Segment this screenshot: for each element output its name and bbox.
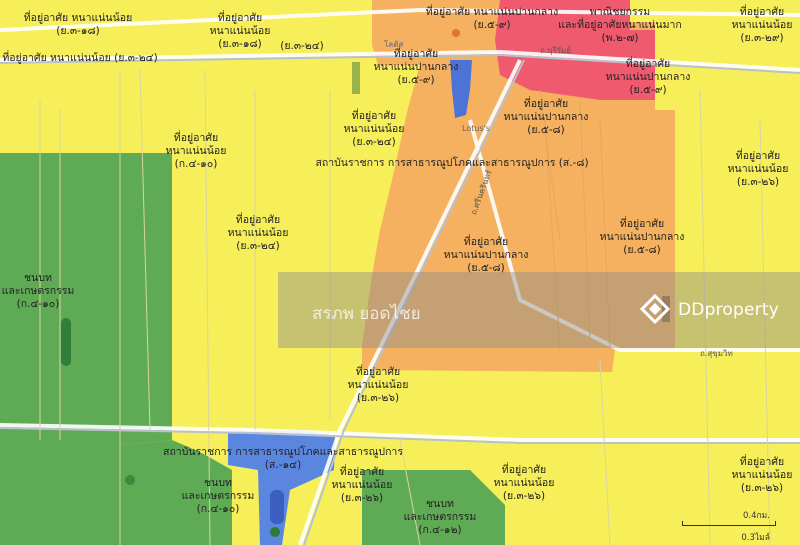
scale-bar-line [682, 521, 776, 526]
zone-label: ที่อยู่อาศัย หนาแน่นปานกลาง (ย.๕-๘) [599, 218, 685, 256]
scale-bar: 0.4กม. 0.3ไมล์ [682, 508, 776, 543]
ddproperty-logo-icon [640, 294, 670, 324]
park-strip [352, 62, 360, 94]
zone-label: ที่อยู่อาศัย หนาแน่นปานกลาง (ย.๕-๙) [605, 58, 691, 96]
institutional-building [270, 490, 284, 524]
zone-label: ที่อยู่อาศัย หนาแน่นน้อย (ย.๓-๒๔) [343, 110, 405, 148]
poi-marker [270, 527, 280, 537]
zone-label: ชนบท และเกษตรกรรม (ก.๔-๑๐) [181, 477, 255, 515]
zone-label: ที่อยู่อาศัย หนาแน่นน้อย (ย.๓-๒๖) [731, 456, 793, 494]
zone-label: ที่อยู่อาศัย หนาแน่นน้อย (ย.๓-๒๖) [347, 366, 409, 404]
watermark-brand: DDproperty [678, 300, 779, 320]
road-label: ถ.สุขุมวิท [700, 349, 733, 358]
zone-label: ที่อยู่อาศัย หนาแน่นน้อย (ย.๓-๑๘) [209, 12, 271, 50]
zone-label: ที่อยู่อาศัย หนาแน่นน้อย (ย.๓-๒๔) [2, 52, 158, 64]
zoning-map[interactable]: ที่อยู่อาศัย หนาแน่นน้อย (ย.๓-๑๘) ที่อยู่… [0, 0, 800, 545]
zone-label: ที่อยู่อาศัย หนาแน่นน้อย (ก.๔-๑๐) [165, 132, 227, 170]
zone-label: ชนบท และเกษตรกรรม (ก.๔-๑๐) [1, 272, 75, 310]
zone-label: ที่อยู่อาศัย หนาแน่นปานกลาง (ย.๕-๘) [503, 98, 589, 136]
zone-label: ที่อยู่อาศัย หนาแน่นน้อย (ย.๓-๒๖) [493, 464, 555, 502]
poi-label: Lotus's [462, 124, 490, 133]
zone-label: ชนบท และเกษตรกรรม (ก.๔-๑๒) [403, 498, 477, 536]
road-label: ถ.บุรีรัมย์ [540, 46, 572, 55]
zone-label: ที่อยู่อาศัย หนาแน่นปานกลาง (ย.๕-๙) [373, 48, 459, 86]
zone-label: ที่อยู่อาศัย หนาแน่นน้อย (ย.๓-๒๔) [227, 214, 289, 252]
poi-label: โลตัส [384, 40, 404, 49]
pond-feature [61, 318, 71, 366]
poi-marker [125, 475, 135, 485]
zone-label: พาณิชยกรรม และที่อยู่อาศัยหนาแน่นมาก (พ.๒-… [558, 6, 682, 44]
zone-label: ที่อยู่อาศัย หนาแน่นน้อย (ย.๓-๒๖) [331, 466, 393, 504]
scale-mile-label: 0.3ไมล์ [741, 533, 770, 543]
zone-label: ที่อยู่อาศัย หนาแน่นน้อย (ย.๓-๒๙) [731, 6, 793, 44]
zone-label: สถาบันราชการ การสาธารณูปโภคและสาธารณูปกา… [315, 157, 589, 169]
zone-label: ที่อยู่อาศัย หนาแน่นปานกลาง (ย.๕-๘) [443, 236, 529, 274]
watermark-text: สรภพ ยอดไชย [312, 304, 421, 324]
zone-label: ที่อยู่อาศัย หนาแน่นน้อย (ย.๓-๒๖) [727, 150, 789, 188]
scale-km-label: 0.4กม. [743, 511, 770, 521]
zone-label: (ย.๓-๒๔) [280, 40, 324, 52]
zone-label: ที่อยู่อาศัย หนาแน่นน้อย (ย.๓-๑๘) [23, 12, 133, 37]
zone-label: ที่อยู่อาศัย หนาแน่นปานกลาง (ย.๕-๙) [425, 6, 559, 31]
